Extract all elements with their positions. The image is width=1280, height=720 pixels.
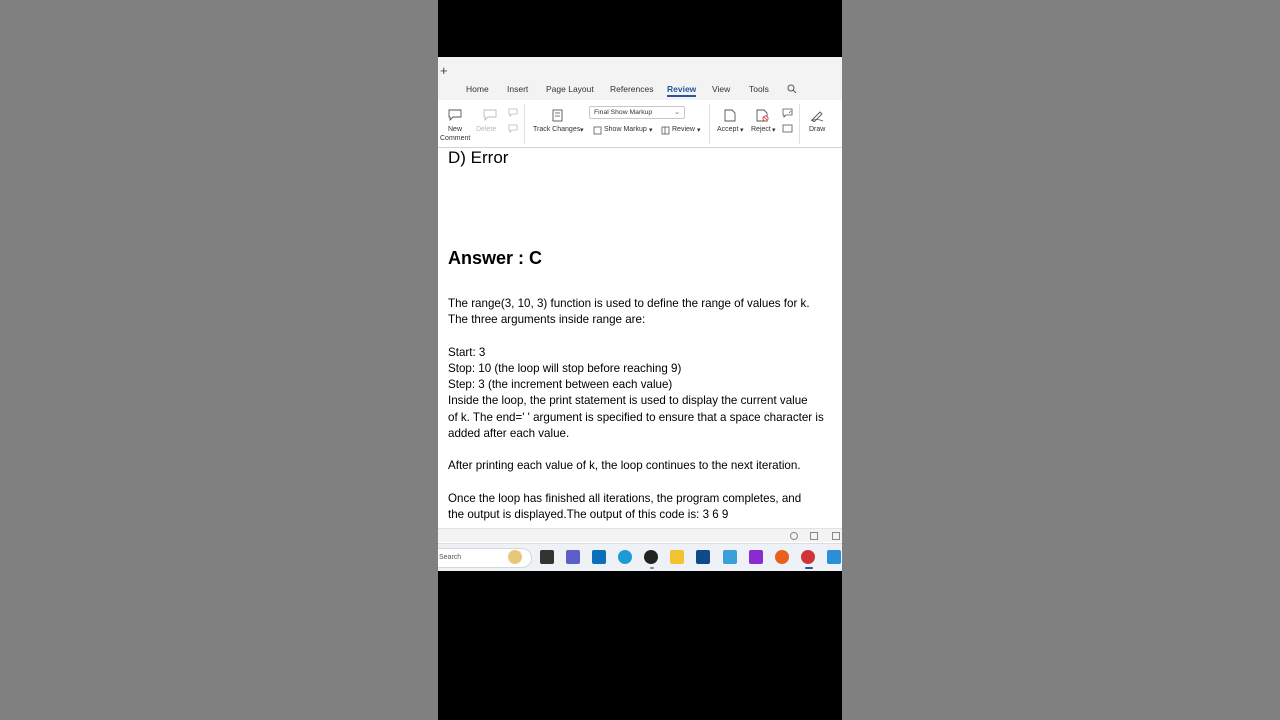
paragraph-line: the output is displayed.The output of th…	[448, 508, 729, 521]
ribbon-separator	[799, 104, 800, 144]
tab-insert[interactable]: Insert	[507, 84, 528, 94]
review-pane-icon[interactable]	[661, 126, 670, 135]
windows-taskbar: Search	[438, 543, 842, 571]
paragraph-line: The range(3, 10, 3) function is used to …	[448, 297, 810, 310]
show-markup-dropdown-icon[interactable]: ▾	[649, 126, 653, 134]
chevron-down-icon: ⌄	[674, 109, 680, 116]
clipchamp-icon[interactable]	[749, 550, 763, 564]
tab-page-layout[interactable]: Page Layout	[546, 84, 594, 94]
focus-mode-icon[interactable]	[790, 532, 798, 540]
status-bar	[438, 528, 842, 542]
taskbar-search-text: Search	[439, 554, 462, 561]
dell-icon[interactable]	[592, 550, 606, 564]
track-changes-button[interactable]: Track Changes	[533, 126, 580, 133]
accept-icon[interactable]	[724, 109, 736, 122]
accept-button[interactable]: Accept	[717, 126, 738, 133]
tab-home[interactable]: Home	[466, 84, 489, 94]
delete-button: Delete	[476, 126, 497, 133]
paragraph-line: Stop: 10 (the loop will stop before reac…	[448, 362, 682, 375]
ribbon-separator	[524, 104, 525, 144]
option-d-text: D) Error	[448, 148, 509, 167]
firefox-icon[interactable]	[775, 550, 789, 564]
wps-writer-icon[interactable]	[801, 550, 815, 564]
file-explorer-icon[interactable]	[670, 550, 684, 564]
markup-display-value: Final Show Markup	[594, 109, 653, 116]
chrome-icon[interactable]	[644, 550, 658, 564]
phone-frame: + Home Insert Page Layout References Rev…	[438, 0, 842, 720]
reject-button[interactable]: Reject	[751, 126, 771, 133]
task-view-icon[interactable]	[540, 550, 554, 564]
new-tab-button[interactable]: +	[440, 63, 448, 78]
notepad-icon[interactable]	[723, 550, 737, 564]
paragraph-line: Step: 3 (the increment between each valu…	[448, 378, 673, 391]
paragraph-line: Once the loop has finished all iteration…	[448, 492, 802, 505]
previous-comment-icon	[508, 108, 518, 117]
tab-view[interactable]: View	[712, 84, 730, 94]
show-markup-button[interactable]: Show Markup	[604, 126, 647, 133]
search-icon[interactable]	[787, 84, 797, 94]
review-pane-dropdown-icon[interactable]: ▾	[697, 126, 701, 134]
word-window: + Home Insert Page Layout References Rev…	[438, 57, 842, 571]
running-indicator	[650, 567, 654, 569]
edge-icon[interactable]	[618, 550, 632, 564]
answer-heading: Answer : C	[448, 248, 543, 268]
ribbon-tab-bar: + Home Insert Page Layout References Rev…	[438, 57, 842, 100]
page-view-icon[interactable]	[810, 532, 818, 540]
widget-weather-icon[interactable]	[508, 550, 522, 564]
next-change-icon[interactable]	[782, 124, 793, 134]
tab-review[interactable]: Review	[667, 84, 697, 97]
show-markup-icon[interactable]	[593, 126, 602, 135]
track-changes-icon[interactable]	[552, 109, 564, 122]
store-icon[interactable]	[696, 550, 710, 564]
review-pane-button[interactable]: Review	[672, 126, 695, 133]
ribbon-separator	[709, 104, 710, 144]
accept-dropdown-icon[interactable]: ▾	[740, 126, 744, 134]
document-page[interactable]: D) Error Answer : C The range(3, 10, 3) …	[438, 148, 842, 528]
paragraph-line: Start: 3	[448, 346, 486, 359]
paragraph-line: After printing each value of k, the loop…	[448, 459, 801, 472]
paragraph-line: Inside the loop, the print statement is …	[448, 394, 808, 407]
new-comment-label-1[interactable]: New	[448, 126, 462, 133]
previous-change-icon[interactable]	[782, 108, 793, 119]
track-changes-dropdown-icon[interactable]: ▾	[580, 126, 584, 134]
paragraph-line: added after each value.	[448, 427, 570, 440]
teams-icon[interactable]	[566, 550, 580, 564]
paragraph-line: of k. The end=' ' argument is specified …	[448, 411, 824, 424]
next-comment-icon	[508, 124, 518, 133]
active-app-indicator	[805, 567, 813, 569]
paragraph-line: The three arguments inside range are:	[448, 313, 646, 326]
reject-icon[interactable]	[756, 109, 769, 122]
draw-button[interactable]: Draw	[809, 126, 825, 133]
tab-references[interactable]: References	[610, 84, 653, 94]
print-layout-icon[interactable]	[832, 532, 840, 540]
tab-tools[interactable]: Tools	[749, 84, 769, 94]
new-comment-label-2[interactable]: Comment	[440, 135, 470, 142]
markup-display-select[interactable]: Final Show Markup ⌄	[589, 106, 685, 119]
vscode-icon[interactable]	[827, 550, 841, 564]
pen-icon[interactable]	[810, 109, 824, 122]
new-comment-icon[interactable]	[448, 109, 462, 121]
reject-dropdown-icon[interactable]: ▾	[772, 126, 776, 134]
review-ribbon: New Comment Delete Track Changes ▾ Final…	[438, 100, 842, 148]
delete-comment-icon	[483, 109, 497, 121]
